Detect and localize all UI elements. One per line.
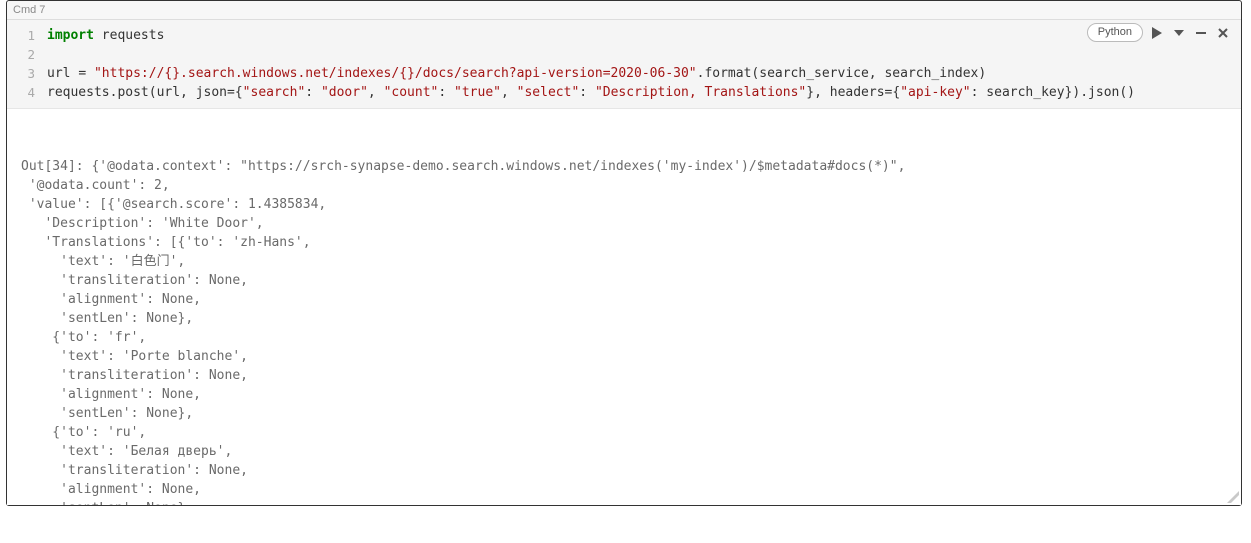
code-content[interactable] <box>47 45 1241 64</box>
cell-label: Cmd 7 <box>7 1 1241 20</box>
resize-handle-icon[interactable] <box>1225 489 1239 503</box>
output-line: 'alignment': None, <box>21 385 1227 404</box>
output-line: 'sentLen': None}, <box>21 309 1227 328</box>
output-line: 'transliteration': None, <box>21 271 1227 290</box>
code-line[interactable]: 1import requests <box>7 26 1241 45</box>
output-line: 'alignment': None, <box>21 480 1227 499</box>
output-line: 'transliteration': None, <box>21 366 1227 385</box>
output-line: {'to': 'ru', <box>21 423 1227 442</box>
notebook-cell: Cmd 7 Python 1import requests23url = "ht… <box>6 0 1242 506</box>
code-content[interactable]: requests.post(url, json={"search": "door… <box>47 83 1241 102</box>
cell-toolbar: Python <box>1087 23 1231 42</box>
output-line: 'alignment': None, <box>21 290 1227 309</box>
output-area: Out[34]: {'@odata.context': "https://src… <box>7 109 1241 505</box>
output-line: 'sentLen': None}, <box>21 404 1227 423</box>
output-line: 'Description': 'White Door', <box>21 214 1227 233</box>
close-icon[interactable] <box>1215 25 1231 41</box>
output-line: 'value': [{'@search.score': 1.4385834, <box>21 195 1227 214</box>
output-line: Out[34]: {'@odata.context': "https://src… <box>21 157 1227 176</box>
line-number: 4 <box>7 83 47 102</box>
output-line: {'to': 'fr', <box>21 328 1227 347</box>
chevron-down-icon[interactable] <box>1171 25 1187 41</box>
code-line[interactable]: 2 <box>7 45 1241 64</box>
output-line: 'text': '白色门', <box>21 252 1227 271</box>
output-line: 'text': 'Porte blanche', <box>21 347 1227 366</box>
code-line[interactable]: 3url = "https://{}.search.windows.net/in… <box>7 64 1241 83</box>
code-editor[interactable]: 1import requests23url = "https://{}.sear… <box>7 20 1241 109</box>
line-number: 3 <box>7 64 47 83</box>
output-line: '@odata.count': 2, <box>21 176 1227 195</box>
code-content[interactable]: url = "https://{}.search.windows.net/ind… <box>47 64 1241 83</box>
output-line: 'Translations': [{'to': 'zh-Hans', <box>21 233 1227 252</box>
output-line: 'sentLen': None}, <box>21 499 1227 505</box>
output-line: 'text': 'Белая дверь', <box>21 442 1227 461</box>
code-content[interactable]: import requests <box>47 26 1241 45</box>
code-line[interactable]: 4requests.post(url, json={"search": "doo… <box>7 83 1241 102</box>
line-number: 1 <box>7 26 47 45</box>
run-icon[interactable] <box>1149 25 1165 41</box>
output-line: 'transliteration': None, <box>21 461 1227 480</box>
minimize-icon[interactable] <box>1193 25 1209 41</box>
language-pill[interactable]: Python <box>1087 23 1143 42</box>
line-number: 2 <box>7 45 47 64</box>
